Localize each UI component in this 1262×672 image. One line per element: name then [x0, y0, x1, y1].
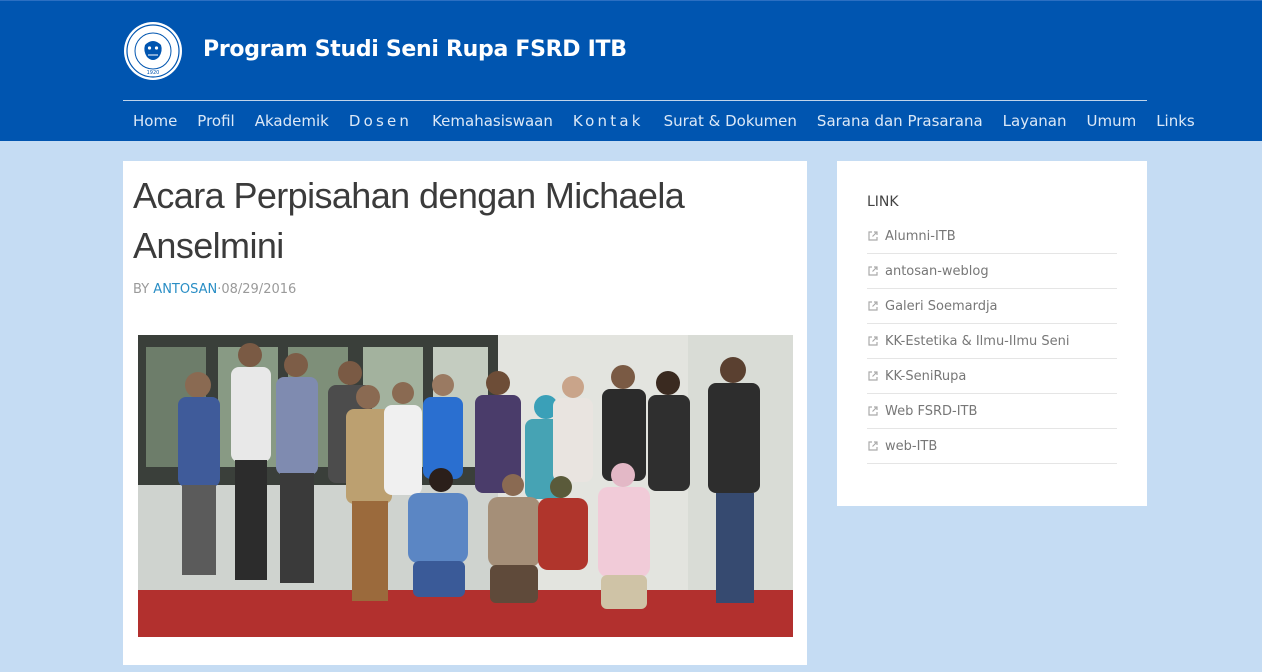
svg-text:1920: 1920: [147, 70, 160, 76]
external-link-icon: [868, 371, 878, 381]
main-nav: Home Profil Akademik Dosen Kemahasiswaan…: [123, 101, 1205, 141]
post-byline: BY ANTOSAN·08/29/2016: [133, 282, 296, 297]
post-title: Acara Perpisahan dengan Michaela Anselmi…: [133, 175, 685, 266]
external-link-icon: [868, 301, 878, 311]
nav-item-kemahasiswaan[interactable]: Kemahasiswaan: [422, 112, 563, 130]
post-date: 08/29/2016: [221, 282, 297, 297]
site-header: 1920 Program Studi Seni Rupa FSRD ITB Ho…: [0, 0, 1262, 141]
site-title[interactable]: Program Studi Seni Rupa FSRD ITB: [203, 37, 627, 62]
post-featured-image[interactable]: [138, 335, 793, 637]
post-card: Acara Perpisahan dengan Michaela Anselmi…: [123, 161, 807, 665]
link-web-fsrd-itb[interactable]: Web FSRD-ITB: [867, 394, 1117, 429]
link-alumni-itb[interactable]: Alumni-ITB: [867, 219, 1117, 254]
external-link-icon: [868, 406, 878, 416]
byline-by-label: BY: [133, 282, 150, 297]
link-label: Web FSRD-ITB: [885, 403, 978, 419]
link-antosan-weblog[interactable]: antosan-weblog: [867, 254, 1117, 289]
external-link-icon: [868, 441, 878, 451]
nav-item-akademik[interactable]: Akademik: [245, 112, 339, 130]
nav-item-links[interactable]: Links: [1146, 112, 1205, 130]
author-link[interactable]: ANTOSAN: [153, 282, 217, 297]
external-link-icon: [868, 231, 878, 241]
link-kk-estetika[interactable]: KK-Estetika & Ilmu-Ilmu Seni: [867, 324, 1117, 359]
nav-item-umum[interactable]: Umum: [1076, 112, 1146, 130]
link-label: KK-Estetika & Ilmu-Ilmu Seni: [885, 333, 1070, 349]
nav-item-dosen[interactable]: Dosen: [339, 112, 422, 130]
sidebar-links-widget: LINK Alumni-ITB antosan-weblog Galeri So…: [837, 161, 1147, 506]
link-label: Alumni-ITB: [885, 228, 956, 244]
link-label: antosan-weblog: [885, 263, 989, 279]
link-label: web-ITB: [885, 438, 938, 454]
nav-item-sarana-prasarana[interactable]: Sarana dan Prasarana: [807, 112, 993, 130]
link-label: Galeri Soemardja: [885, 298, 998, 314]
external-link-icon: [868, 336, 878, 346]
itb-seal-icon[interactable]: 1920: [123, 21, 183, 81]
link-web-itb[interactable]: web-ITB: [867, 429, 1117, 464]
widget-title: LINK: [867, 194, 899, 210]
link-list: Alumni-ITB antosan-weblog Galeri Soemard…: [867, 219, 1117, 464]
nav-item-surat-dokumen[interactable]: Surat & Dokumen: [654, 112, 807, 130]
nav-item-kontak[interactable]: Kontak: [563, 112, 654, 130]
nav-item-home[interactable]: Home: [123, 112, 187, 130]
link-kk-senirupa[interactable]: KK-SeniRupa: [867, 359, 1117, 394]
link-label: KK-SeniRupa: [885, 368, 967, 384]
nav-item-layanan[interactable]: Layanan: [993, 112, 1077, 130]
nav-item-profil[interactable]: Profil: [187, 112, 244, 130]
external-link-icon: [868, 266, 878, 276]
link-galeri-soemardja[interactable]: Galeri Soemardja: [867, 289, 1117, 324]
